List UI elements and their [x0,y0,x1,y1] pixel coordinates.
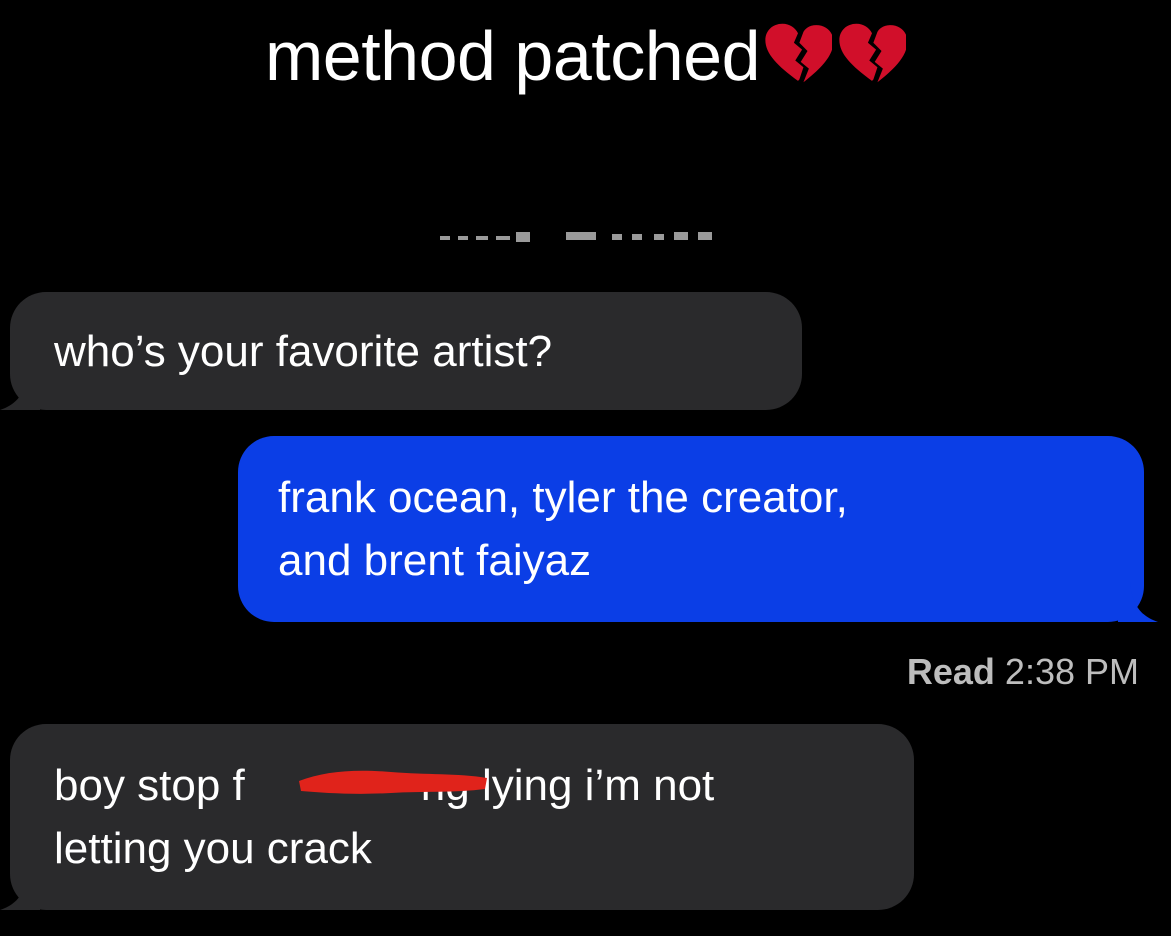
censor-scribble [299,770,487,794]
message-text: who’s your favorite artist? [54,327,553,376]
cropped-date-header [440,228,730,248]
broken-heart-icon [765,23,833,83]
bubble-tail [0,870,40,910]
bubble-tail [0,370,40,410]
incoming-message[interactable]: who’s your favorite artist? [0,292,802,410]
broken-heart-icon [839,23,907,83]
incoming-message[interactable]: boy stop f ng lying i’m not letting you … [0,724,914,910]
read-time: 2:38 PM [1004,651,1139,692]
caption-text: method patched [264,17,761,95]
read-label: Read [906,651,995,692]
message-text: frank ocean, tyler the creator, and bren… [278,473,848,585]
read-receipt: Read 2:38 PM [907,648,1139,696]
video-caption: method patched [0,8,1171,104]
outgoing-message[interactable]: frank ocean, tyler the creator, and bren… [238,436,1158,622]
bubble-tail [1118,582,1158,622]
